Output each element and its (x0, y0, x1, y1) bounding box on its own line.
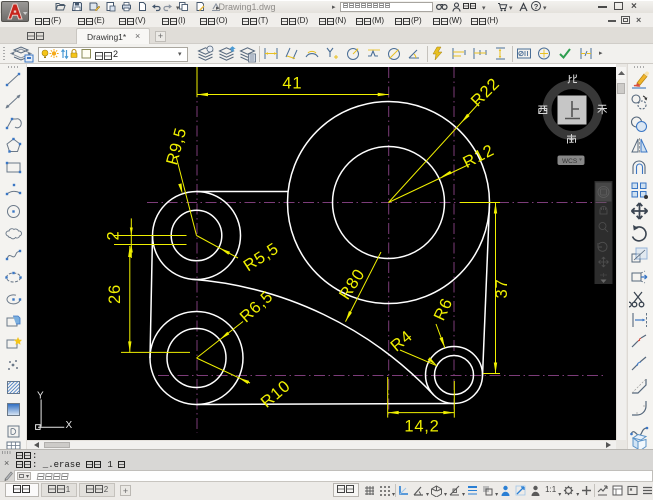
svg-text:X: X (66, 420, 73, 431)
svg-text:R9,5: R9,5 (163, 125, 190, 166)
svg-text:R5,5: R5,5 (240, 239, 282, 275)
svg-text:WCS: WCS (562, 158, 578, 165)
svg-text:R22: R22 (468, 75, 504, 111)
svg-text:R10: R10 (257, 377, 294, 412)
svg-text:Y: Y (37, 391, 44, 402)
svg-text:R6: R6 (431, 295, 457, 323)
svg-text:41: 41 (282, 75, 302, 93)
svg-text:14,2: 14,2 (404, 418, 439, 436)
svg-text:37: 37 (493, 279, 511, 299)
svg-text:R80: R80 (336, 266, 369, 303)
svg-text:R12: R12 (460, 141, 497, 172)
svg-text:2: 2 (105, 231, 123, 241)
svg-text:R4: R4 (387, 327, 416, 355)
svg-text:26: 26 (106, 284, 124, 304)
